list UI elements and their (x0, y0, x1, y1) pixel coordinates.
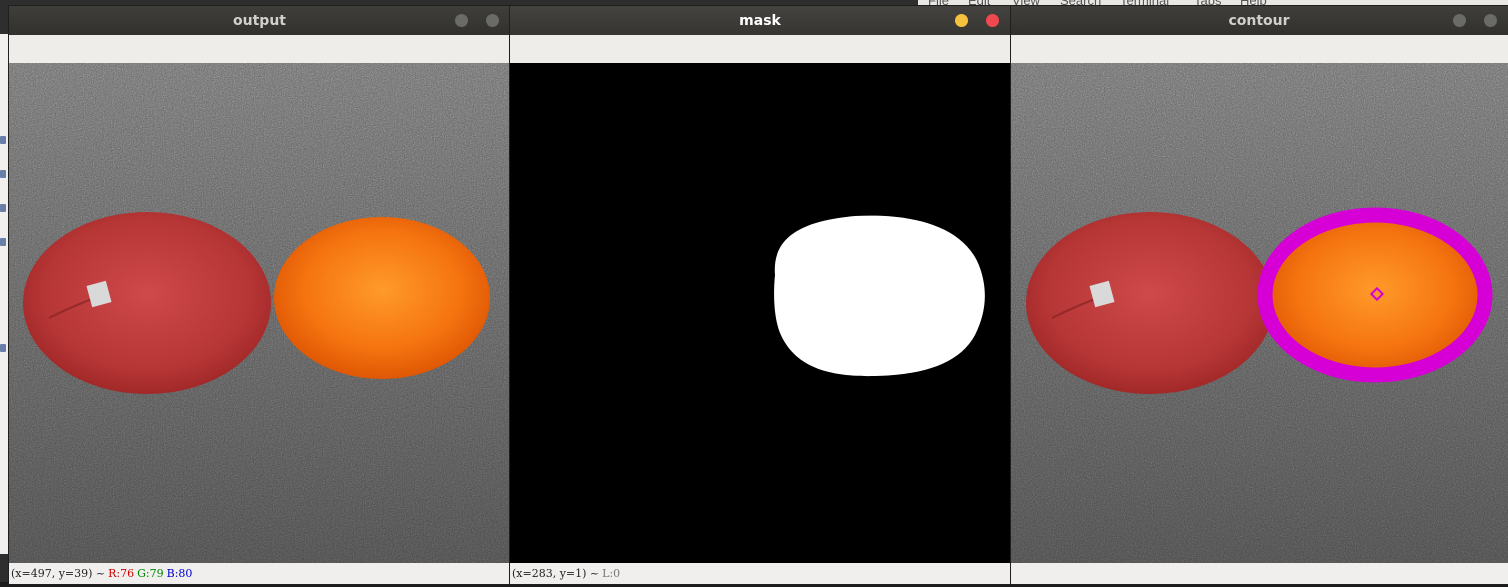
output-image[interactable] (9, 63, 510, 563)
mask-statusbar: (x=283, y=1) ~ L:0 (510, 563, 1010, 584)
minimize-button[interactable] (955, 14, 968, 27)
file-icon (0, 170, 6, 178)
contour-toolbar (1010, 35, 1508, 64)
red-fruit (23, 212, 271, 394)
file-icon (0, 204, 6, 212)
window-title: contour (1228, 12, 1290, 29)
orange-fruit (274, 217, 490, 379)
red-channel-value: R:76 (108, 567, 135, 580)
mask-blob (774, 215, 985, 377)
luminance-value: L:0 (602, 567, 621, 580)
output-titlebar[interactable]: output (9, 6, 510, 35)
window-title: mask (739, 12, 781, 29)
mask-image[interactable] (510, 63, 1010, 563)
contour-statusbar (1010, 563, 1508, 584)
minimize-button[interactable] (1453, 14, 1466, 27)
file-icon (0, 238, 6, 246)
window-title: output (233, 12, 286, 29)
cursor-coordinates: (x=497, y=39) ~ (11, 567, 106, 580)
cursor-coordinates: (x=283, y=1) ~ (512, 567, 600, 580)
mask-window: mask (x=283, y=1) ~ L:0 (510, 6, 1010, 584)
output-statusbar: (x=497, y=39) ~ R:76 G:79 B:80 (9, 563, 510, 584)
green-channel-value: G:79 (137, 567, 164, 580)
blue-channel-value: B:80 (166, 567, 193, 580)
file-icon (0, 344, 6, 352)
file-icon (0, 136, 6, 144)
mask-titlebar[interactable]: mask (510, 6, 1010, 35)
close-button[interactable] (1484, 14, 1497, 27)
close-button[interactable] (986, 14, 999, 27)
contour-window: contour (1010, 6, 1508, 584)
contour-image[interactable] (1010, 63, 1508, 563)
mask-toolbar (510, 35, 1010, 64)
contour-titlebar[interactable]: contour (1010, 6, 1508, 35)
minimize-button[interactable] (455, 14, 468, 27)
output-toolbar (9, 35, 510, 64)
close-button[interactable] (486, 14, 499, 27)
output-window: output (x=497, y=39) ~ R:76 G:79 B:80 (9, 6, 510, 584)
red-fruit (1026, 212, 1274, 394)
